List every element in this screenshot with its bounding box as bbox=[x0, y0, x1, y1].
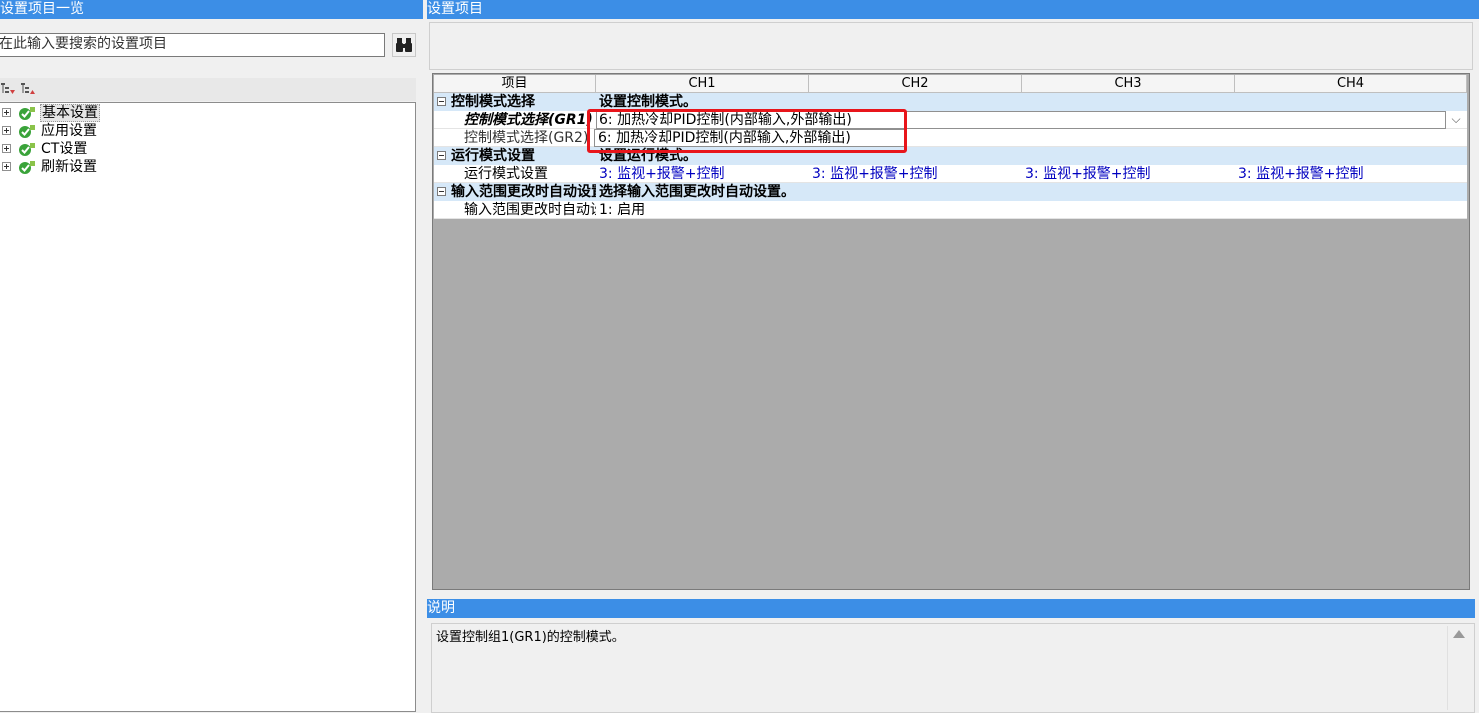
chevron-down-icon[interactable]: ⌵ bbox=[1447, 111, 1465, 129]
column-header-item: 项目 bbox=[434, 75, 596, 93]
column-header-ch3: CH3 bbox=[1022, 75, 1235, 93]
item-name: 运行模式设置 bbox=[464, 166, 548, 182]
expand-all-icon[interactable] bbox=[0, 81, 16, 101]
ch1-value[interactable]: 3: 监视+报警+控制 bbox=[599, 165, 809, 183]
tree-item-label: 基本设置 bbox=[40, 104, 100, 122]
binoculars-icon bbox=[396, 38, 412, 52]
ch4-value[interactable]: 3: 监视+报警+控制 bbox=[1238, 165, 1448, 183]
collapse-all-icon[interactable] bbox=[20, 81, 36, 101]
group-name: 运行模式设置 bbox=[451, 148, 535, 164]
settings-list-title: 设置项目一览 bbox=[0, 0, 423, 19]
group-row-input-range-auto[interactable]: 输入范围更改时自动设置 选择输入范围更改时自动设置。 bbox=[434, 183, 1467, 201]
description-text: 设置控制组1(GR1)的控制模式。 bbox=[436, 630, 625, 645]
settings-tree bbox=[0, 102, 416, 712]
column-header-ch2: CH2 bbox=[809, 75, 1022, 93]
description-title: 说明 bbox=[427, 599, 1475, 618]
column-header-ch1: CH1 bbox=[596, 75, 809, 93]
scroll-up-icon[interactable] bbox=[1453, 630, 1465, 638]
all-ch-value[interactable]: 1: 启用 bbox=[599, 201, 999, 219]
collapse-icon[interactable] bbox=[437, 97, 446, 106]
table-row-run-mode[interactable]: 运行模式设置 3: 监视+报警+控制 3: 监视+报警+控制 3: 监视+报警+… bbox=[434, 165, 1467, 183]
search-input[interactable]: 在此输入要搜索的设置项目 bbox=[0, 33, 385, 57]
ch3-value[interactable]: 3: 监视+报警+控制 bbox=[1025, 165, 1235, 183]
expand-icon[interactable] bbox=[2, 108, 11, 117]
group-name: 控制模式选择 bbox=[451, 94, 535, 110]
expand-icon[interactable] bbox=[2, 162, 11, 171]
tree-item-label: 刷新设置 bbox=[41, 159, 97, 175]
column-header-ch4: CH4 bbox=[1235, 75, 1467, 93]
settings-items-title: 设置项目 bbox=[427, 0, 1479, 19]
tree-item-label: CT设置 bbox=[41, 141, 88, 157]
search-button[interactable] bbox=[392, 33, 416, 57]
collapse-icon[interactable] bbox=[437, 151, 446, 160]
highlight-box bbox=[587, 109, 907, 153]
expand-icon[interactable] bbox=[2, 126, 11, 135]
group-description: 选择输入范围更改时自动设置。 bbox=[599, 184, 795, 200]
check-gear-icon bbox=[19, 107, 35, 120]
item-name: 控制模式选择(GR2) bbox=[464, 130, 589, 146]
item-name: 控制模式选择(GR1) bbox=[464, 112, 593, 128]
check-gear-icon bbox=[19, 125, 35, 138]
check-gear-icon bbox=[19, 143, 35, 156]
settings-toolbar-area bbox=[429, 22, 1473, 70]
check-gear-icon bbox=[19, 161, 35, 174]
ch2-value[interactable]: 3: 监视+报警+控制 bbox=[812, 165, 1022, 183]
tree-toolbar bbox=[0, 78, 416, 101]
expand-icon[interactable] bbox=[2, 144, 11, 153]
item-name: 输入范围更改时自动设置 bbox=[464, 202, 596, 218]
tree-item-label: 应用设置 bbox=[41, 123, 97, 139]
description-scrollbar[interactable] bbox=[1447, 626, 1470, 710]
collapse-icon[interactable] bbox=[437, 187, 446, 196]
group-name: 输入范围更改时自动设置 bbox=[451, 184, 596, 200]
table-row-input-range-auto[interactable]: 输入范围更改时自动设置 1: 启用 bbox=[434, 201, 1467, 219]
